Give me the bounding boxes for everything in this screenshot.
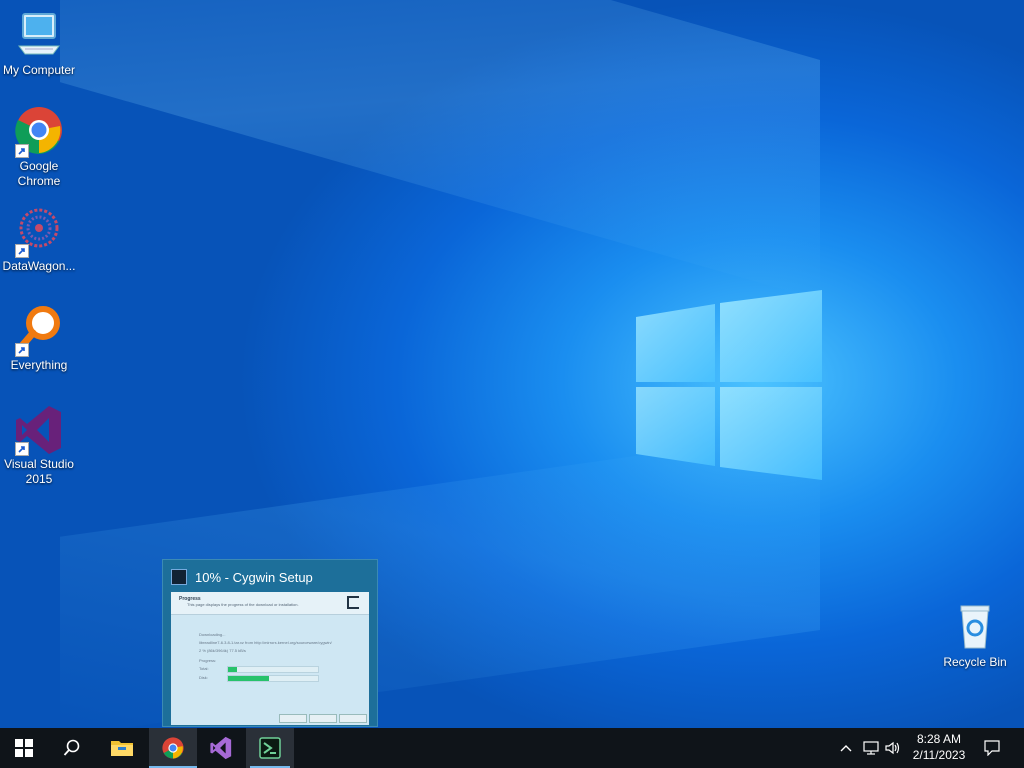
volume-button[interactable] bbox=[882, 728, 904, 768]
file-explorer-icon bbox=[111, 741, 133, 756]
desktop-icon-label: DataWagon... bbox=[2, 259, 76, 273]
light-beam-upper bbox=[60, 0, 820, 301]
desktop-icon-label: Google Chrome bbox=[17, 159, 61, 188]
datawagon-icon bbox=[13, 206, 65, 258]
desktop-icon-label: Visual Studio 2015 bbox=[4, 457, 74, 486]
back-button bbox=[279, 714, 307, 723]
speaker-icon bbox=[885, 741, 900, 755]
search-button[interactable] bbox=[48, 728, 96, 768]
search-icon bbox=[63, 739, 80, 756]
cygwin-setup-icon bbox=[171, 569, 187, 585]
desktop-icon-my-computer[interactable]: My Computer bbox=[0, 10, 78, 78]
desktop-icon-everything[interactable]: Everything bbox=[0, 305, 78, 373]
shortcut-arrow-icon bbox=[15, 343, 29, 357]
computer-icon bbox=[13, 10, 65, 62]
download-file-line: libreadline7-6.3.8-1.tar.xz from http://… bbox=[199, 640, 332, 645]
shortcut-arrow-icon bbox=[15, 144, 29, 158]
taskbar-chrome[interactable] bbox=[149, 728, 197, 768]
desktop-icon-label: My Computer bbox=[2, 63, 76, 77]
cancel-button bbox=[339, 714, 367, 723]
total-progress-fill bbox=[228, 667, 237, 672]
taskbar: 8:28 AM 2/11/2023 bbox=[0, 728, 1024, 768]
progress-label: Progress: bbox=[199, 658, 217, 663]
status-line: Downloading... bbox=[199, 632, 226, 637]
preview-thumbnail: Progress This page displays the progress… bbox=[171, 592, 369, 725]
total-label: Total: bbox=[199, 666, 209, 671]
desktop-icon-recycle-bin[interactable]: Recycle Bin bbox=[936, 602, 1014, 670]
windows-logo-wallpaper bbox=[636, 290, 822, 480]
desktop-icon-google-chrome[interactable]: Google Chrome bbox=[0, 106, 78, 189]
cygwin-logo-icon bbox=[347, 596, 359, 609]
disk-progress-bar bbox=[227, 675, 319, 682]
desktop-icon-label: Everything bbox=[10, 358, 68, 372]
taskbar-file-explorer[interactable] bbox=[98, 728, 146, 768]
taskbar-visual-studio[interactable] bbox=[197, 728, 245, 768]
shortcut-arrow-icon bbox=[15, 442, 29, 456]
clock-time: 8:28 AM bbox=[916, 732, 962, 746]
clock-date: 2/11/2023 bbox=[912, 748, 966, 762]
preview-title-bar: 10% - Cygwin Setup bbox=[171, 568, 313, 586]
chrome-icon bbox=[13, 106, 65, 158]
windows-start-icon bbox=[15, 739, 33, 757]
everything-search-icon bbox=[13, 305, 65, 357]
network-icon bbox=[863, 741, 879, 755]
notification-icon bbox=[984, 740, 1000, 756]
total-progress-bar bbox=[227, 666, 319, 673]
chrome-icon bbox=[162, 737, 184, 759]
setup-header: Progress This page displays the progress… bbox=[171, 592, 369, 615]
desktop-icon-visual-studio[interactable]: Visual Studio 2015 bbox=[0, 404, 78, 487]
clock[interactable]: 8:28 AM 2/11/2023 bbox=[904, 731, 974, 763]
start-button[interactable] bbox=[0, 728, 48, 768]
recycle-bin-icon bbox=[949, 602, 1001, 654]
preview-title: 10% - Cygwin Setup bbox=[195, 569, 313, 585]
desktop-icon-label: Recycle Bin bbox=[943, 655, 1007, 669]
visual-studio-icon bbox=[13, 404, 65, 456]
visual-studio-icon bbox=[210, 736, 232, 760]
setup-header-subtitle: This page displays the progress of the d… bbox=[187, 602, 299, 607]
shortcut-arrow-icon bbox=[15, 244, 29, 258]
network-button[interactable] bbox=[860, 728, 882, 768]
show-hidden-icons-button[interactable] bbox=[836, 728, 856, 768]
cygwin-setup-icon bbox=[259, 737, 281, 759]
action-center-button[interactable] bbox=[980, 728, 1004, 768]
taskbar-cygwin-setup[interactable] bbox=[246, 728, 294, 768]
disk-label: Disk: bbox=[199, 675, 208, 680]
desktop-icon-datawagon[interactable]: DataWagon... bbox=[0, 206, 78, 274]
chevron-up-icon bbox=[840, 745, 852, 752]
cygwin-setup-preview[interactable]: 10% - Cygwin Setup Progress This page di… bbox=[162, 559, 378, 727]
next-button bbox=[309, 714, 337, 723]
disk-progress-fill bbox=[228, 676, 269, 681]
download-rate-line: 2 % (86k/3964k) 77.5 kB/s bbox=[199, 648, 246, 653]
